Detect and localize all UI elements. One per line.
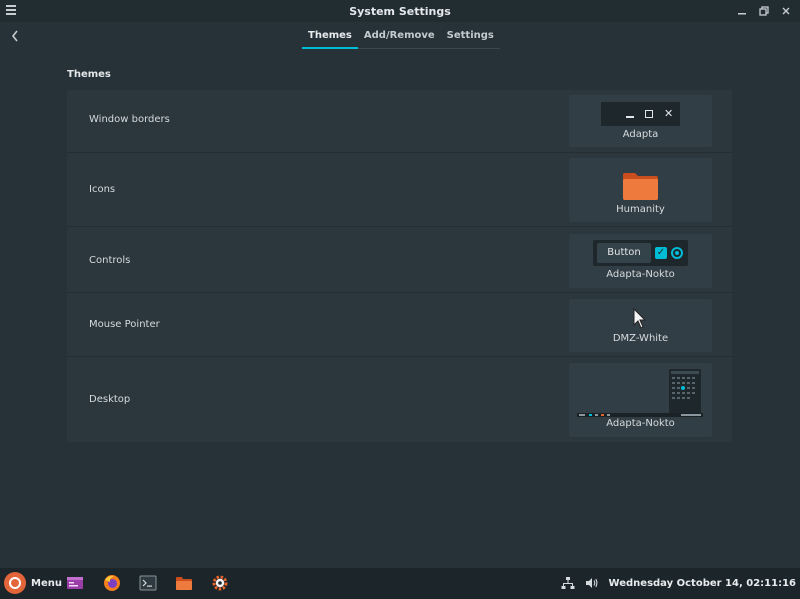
- window-borders-preview: ✕: [601, 102, 680, 126]
- mouse-pointer-chooser[interactable]: DMZ-White: [569, 299, 712, 352]
- row-mouse-pointer: Mouse Pointer DMZ-White: [67, 293, 732, 357]
- window-borders-chooser[interactable]: ✕ Adapta: [569, 95, 712, 147]
- cursor-icon: [633, 308, 647, 329]
- terminal-icon[interactable]: [139, 574, 157, 592]
- title-bar: System Settings: [0, 0, 800, 22]
- theme-name: Adapta: [622, 129, 659, 140]
- close-icon[interactable]: [780, 4, 792, 18]
- controls-preview: Button ✓: [593, 240, 688, 266]
- maximize-icon: [645, 110, 653, 118]
- row-label: Window borders: [89, 114, 170, 125]
- row-label: Controls: [89, 255, 131, 266]
- row-label: Icons: [89, 184, 116, 195]
- menu-label: Menu: [31, 577, 62, 589]
- row-desktop: Desktop Adapta-Nokto: [67, 357, 732, 442]
- clock[interactable]: Wednesday October 14, 02:11:16: [609, 578, 796, 589]
- icons-chooser[interactable]: Humanity: [569, 158, 712, 222]
- row-label: Desktop: [89, 394, 131, 405]
- themes-list: Window borders ✕ Adapta Icons Humanity C…: [67, 90, 732, 442]
- tab-add-remove[interactable]: Add/Remove: [357, 25, 441, 49]
- theme-name: Humanity: [616, 204, 665, 215]
- theme-name: Adapta-Nokto: [606, 418, 675, 429]
- desktop-chooser[interactable]: Adapta-Nokto: [569, 363, 712, 437]
- checkbox-icon: ✓: [655, 247, 667, 259]
- theme-name: Adapta-Nokto: [606, 269, 675, 280]
- window-title: System Settings: [349, 4, 451, 18]
- files-icon[interactable]: [175, 574, 193, 592]
- desktop-thumbnail: [577, 369, 703, 417]
- tab-bar: Themes Add/Remove Settings: [302, 25, 500, 49]
- show-desktop-icon[interactable]: [66, 574, 84, 592]
- menu-button[interactable]: Menu: [4, 572, 62, 594]
- minimize-icon[interactable]: [736, 4, 748, 18]
- tab-themes[interactable]: Themes: [302, 25, 358, 49]
- row-controls: Controls Button ✓ Adapta-Nokto: [67, 227, 732, 293]
- system-tray: Wednesday October 14, 02:11:16: [561, 576, 796, 590]
- theme-name: DMZ-White: [612, 333, 669, 344]
- volume-icon[interactable]: [585, 576, 599, 590]
- minimize-icon: [626, 116, 634, 118]
- close-icon: ✕: [664, 107, 674, 120]
- section-title: Themes: [67, 69, 111, 80]
- header-bar: Themes Add/Remove Settings: [0, 22, 800, 52]
- row-label: Mouse Pointer: [89, 319, 160, 330]
- back-icon[interactable]: [7, 27, 23, 45]
- ubuntu-logo-icon: [4, 572, 26, 594]
- radio-icon: [671, 247, 683, 259]
- tab-settings[interactable]: Settings: [440, 25, 500, 49]
- folder-icon: [623, 173, 658, 200]
- row-icons: Icons Humanity: [67, 153, 732, 227]
- hamburger-menu-icon[interactable]: [6, 5, 16, 15]
- sample-button: Button: [597, 243, 651, 263]
- firefox-icon[interactable]: [103, 574, 121, 592]
- settings-icon[interactable]: [211, 574, 229, 592]
- row-window-borders: Window borders ✕ Adapta: [67, 90, 732, 153]
- network-icon[interactable]: [561, 576, 575, 590]
- taskbar: Menu Wednesday October 14, 02:11:16: [0, 568, 800, 599]
- controls-chooser[interactable]: Button ✓ Adapta-Nokto: [569, 234, 712, 288]
- restore-icon[interactable]: [758, 4, 770, 18]
